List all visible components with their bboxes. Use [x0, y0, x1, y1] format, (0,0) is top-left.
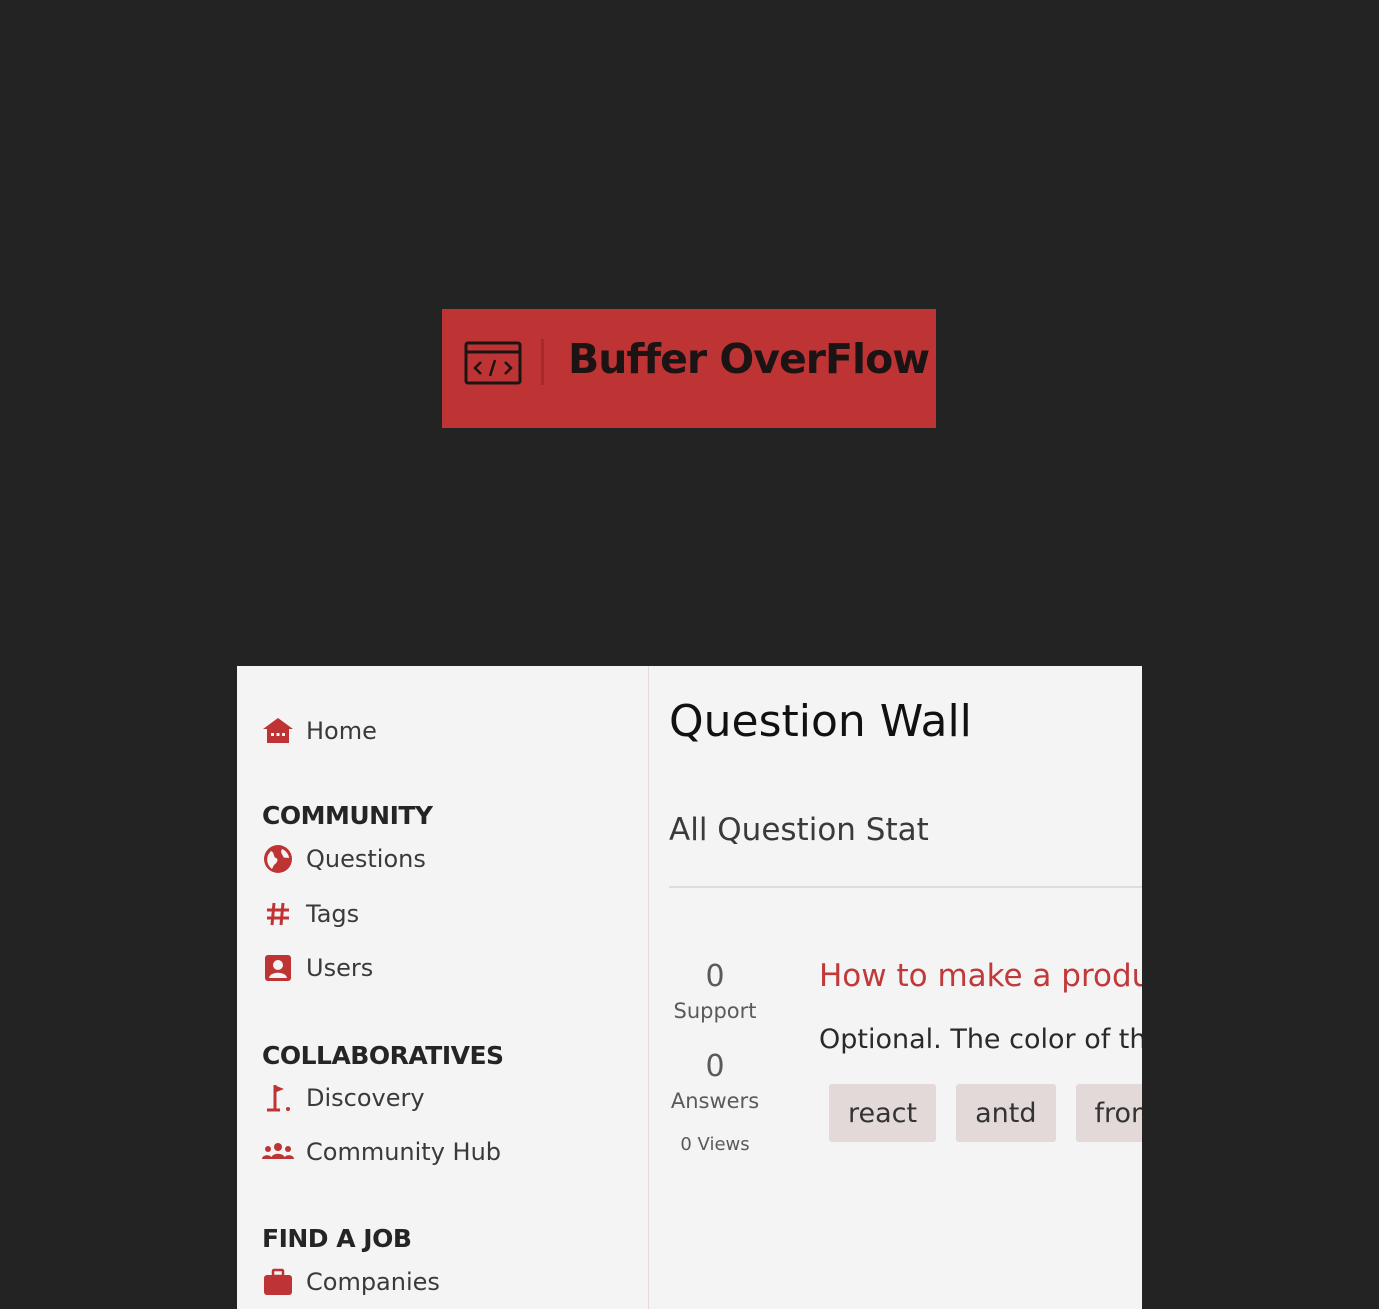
section-title-find-a-job: FIND A JOB — [262, 1224, 412, 1253]
sidebar-item-label: Users — [306, 954, 374, 982]
sidebar-item-users[interactable]: Users — [261, 953, 373, 983]
tag-chip[interactable]: antd — [956, 1084, 1056, 1142]
answers-count: 0 — [705, 1049, 725, 1084]
sidebar-item-discovery[interactable]: Discovery — [261, 1083, 425, 1113]
main-content: Question Wall All Question Stat 0 Suppor… — [669, 666, 1142, 1309]
page-title: Question Wall — [669, 696, 972, 747]
section-title-community: COMMUNITY — [262, 801, 433, 830]
logo-text: Buffer OverFlow — [568, 335, 930, 383]
tag-chip[interactable]: react — [829, 1084, 937, 1142]
answers-label: Answers — [670, 1089, 760, 1113]
section-title-collaboratives: COLLABORATIVES — [262, 1041, 504, 1070]
tag-chip[interactable]: fron — [1075, 1084, 1142, 1142]
logo-separator — [541, 339, 544, 385]
question-description: Optional. The color of th — [819, 1024, 1142, 1055]
sidebar: Home COMMUNITY Questions Tags Users COLL… — [237, 666, 649, 1309]
brand-logo: Buffer OverFlow — [442, 309, 936, 428]
question-tags: react antd fron — [829, 1084, 1142, 1142]
sidebar-item-home[interactable]: Home — [261, 716, 377, 746]
sidebar-item-label: Companies — [306, 1268, 440, 1296]
hash-icon — [261, 899, 295, 929]
sidebar-item-label: Questions — [306, 845, 426, 873]
section-subtitle: All Question Stat — [669, 812, 929, 848]
sidebar-item-questions[interactable]: Questions — [261, 844, 426, 874]
briefcase-icon — [261, 1267, 295, 1297]
support-count: 0 — [705, 959, 725, 994]
divider — [669, 886, 1142, 888]
home-icon — [261, 716, 295, 746]
flag-icon — [261, 1083, 295, 1113]
sidebar-item-tags[interactable]: Tags — [261, 899, 359, 929]
code-window-icon — [464, 341, 522, 385]
app-panel: Home COMMUNITY Questions Tags Users COLL… — [237, 666, 1142, 1309]
sidebar-item-label: Tags — [306, 900, 360, 928]
sidebar-item-community-hub[interactable]: Community Hub — [261, 1137, 501, 1167]
views-count: 0 Views — [680, 1134, 750, 1155]
globe-icon — [261, 844, 295, 874]
sidebar-item-label: Discovery — [306, 1084, 425, 1112]
user-card-icon — [261, 953, 295, 983]
support-label: Support — [673, 999, 757, 1023]
question-title-link[interactable]: How to make a produ — [819, 958, 1142, 994]
question-stats: 0 Support 0 Answers 0 Views — [669, 958, 761, 1155]
sidebar-item-label: Home — [306, 717, 377, 745]
sidebar-item-label: Community Hub — [306, 1138, 502, 1166]
sidebar-item-companies[interactable]: Companies — [261, 1267, 440, 1297]
users-icon — [261, 1137, 295, 1167]
